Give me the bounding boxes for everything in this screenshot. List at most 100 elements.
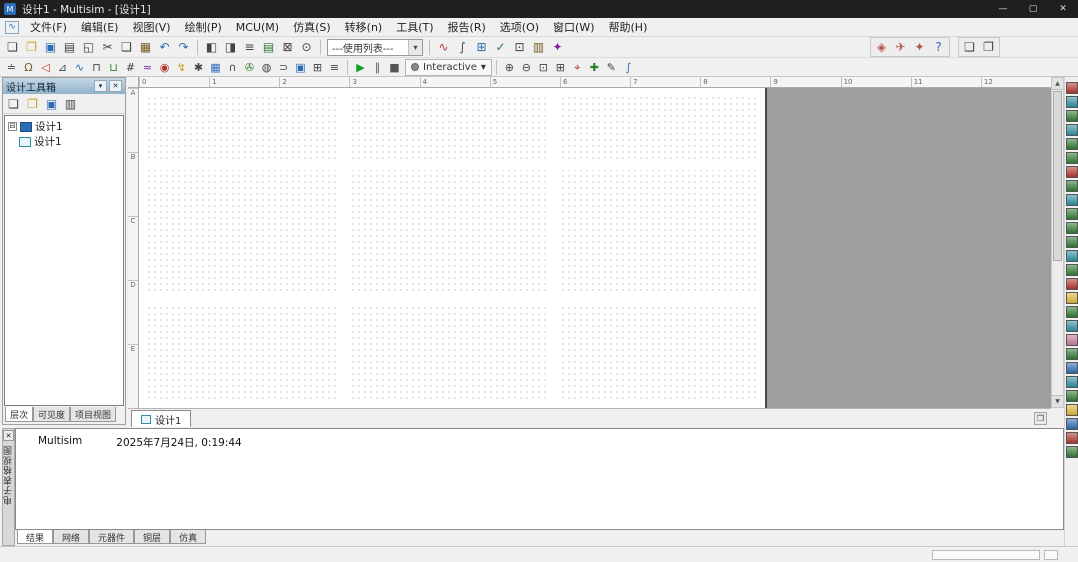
spreadsheet-view-toggle-icon[interactable]: ◨	[221, 38, 240, 56]
menu-edit[interactable]: 编辑(E)	[74, 17, 126, 37]
place-mixed-icon[interactable]: ≈	[139, 59, 156, 76]
scroll-up-icon[interactable]: ▲	[1052, 78, 1063, 90]
labview-speaker-icon[interactable]	[1065, 348, 1078, 360]
logic-converter-icon[interactable]	[1065, 194, 1078, 206]
menu-view[interactable]: 视图(V)	[125, 17, 177, 37]
tab-visibility[interactable]: 可见度	[33, 407, 71, 422]
database-manager-icon[interactable]: ▥	[529, 38, 548, 56]
menu-tools[interactable]: 工具(T)	[389, 17, 440, 37]
grapher-icon[interactable]: ∿	[434, 38, 453, 56]
save-icon[interactable]: ▣	[41, 38, 60, 56]
simulation-settings-icon[interactable]: ✎	[603, 59, 620, 76]
open-design-icon[interactable]: ❐	[23, 95, 42, 113]
current-clamp-icon[interactable]	[1065, 418, 1078, 430]
capture-area-icon[interactable]: ⊡	[510, 38, 529, 56]
panel-menu-button[interactable]: ▾	[94, 80, 107, 92]
zoom-out-icon[interactable]: ⊖	[518, 59, 535, 76]
analyses-icon[interactable]: ∫	[453, 38, 472, 56]
place-ttl-icon[interactable]: ⊓	[88, 59, 105, 76]
new-icon[interactable]: ❏	[3, 38, 22, 56]
print-icon[interactable]: ▤	[60, 38, 79, 56]
menu-help[interactable]: 帮助(H)	[602, 17, 655, 37]
menu-reports[interactable]: 报告(R)	[441, 17, 493, 37]
probe-settings-icon[interactable]: ✚	[586, 59, 603, 76]
menu-options[interactable]: 选项(O)	[493, 17, 546, 37]
spice-netlist-viewer-icon[interactable]: ≡	[240, 38, 259, 56]
close-button[interactable]: ✕	[1048, 0, 1078, 18]
close-icon[interactable]: ✕	[3, 430, 14, 441]
fullscreen-icon[interactable]: ⊠	[278, 38, 297, 56]
tab-copper-layers[interactable]: 铜层	[134, 530, 171, 544]
new-design-icon[interactable]: ❏	[4, 95, 23, 113]
paste-icon[interactable]: ▦	[136, 38, 155, 56]
labview-signal-analyzer-icon[interactable]	[1065, 362, 1078, 374]
labview-microphone-icon[interactable]	[1065, 334, 1078, 346]
spreadsheet-content[interactable]: Multisim 2025年7月24日, 0:19:44	[15, 428, 1064, 530]
place-connector-icon[interactable]: ⊃	[275, 59, 292, 76]
menu-window[interactable]: 窗口(W)	[546, 17, 601, 37]
place-basic-icon[interactable]: Ω	[20, 59, 37, 76]
print-preview-icon[interactable]: ◱	[79, 38, 98, 56]
menu-mcu[interactable]: MCU(M)	[229, 19, 286, 36]
close-design-icon[interactable]: ▥	[61, 95, 80, 113]
zoom-in-icon[interactable]: ⊕	[501, 59, 518, 76]
agilent-function-generator-icon[interactable]	[1065, 278, 1078, 290]
tree-node-design-root[interactable]: ⊟ 设计1	[5, 119, 123, 134]
ni-community-icon[interactable]: ✦	[910, 38, 929, 56]
place-indicator-icon[interactable]: ◉	[156, 59, 173, 76]
place-source-icon[interactable]: ≐	[3, 59, 20, 76]
frequency-counter-icon[interactable]	[1065, 166, 1078, 178]
stop-simulation-button[interactable]: ■	[386, 59, 403, 76]
preset-measurement-probes-icon[interactable]	[1065, 446, 1078, 458]
chevron-down-icon[interactable]: ▾	[408, 39, 422, 55]
analyses-and-simulation-icon[interactable]: ∫	[620, 59, 637, 76]
panel-close-button[interactable]: ✕	[109, 80, 122, 92]
labview-signal-generator-icon[interactable]	[1065, 376, 1078, 388]
menu-simulate[interactable]: 仿真(S)	[286, 17, 338, 37]
tektronix-oscilloscope-icon[interactable]	[1065, 320, 1078, 332]
agilent-oscilloscope-icon[interactable]	[1065, 306, 1078, 318]
in-use-list-dropdown[interactable]: ---使用列表--- ▾	[327, 38, 423, 56]
menu-transfer[interactable]: 转移(n)	[338, 17, 390, 37]
interactive-simulation-button[interactable]: Interactive ▾	[405, 58, 492, 76]
place-power-icon[interactable]: ↯	[173, 59, 190, 76]
run-simulation-button[interactable]: ▶	[352, 59, 369, 76]
ladder-diagram-icon[interactable]: ▤	[259, 38, 278, 56]
new-window-icon[interactable]: ❏	[960, 38, 979, 56]
save-design-icon[interactable]: ▣	[42, 95, 61, 113]
erc-icon[interactable]: ✓	[491, 38, 510, 56]
tree-node-sheet[interactable]: 设计1	[5, 134, 123, 149]
place-hierarchical-block-icon[interactable]: ⊞	[309, 59, 326, 76]
distortion-analyzer-icon[interactable]	[1065, 236, 1078, 248]
postprocessor-icon[interactable]: ⊞	[472, 38, 491, 56]
place-cmos-icon[interactable]: ⊔	[105, 59, 122, 76]
four-channel-oscilloscope-icon[interactable]	[1065, 138, 1078, 150]
maximize-button[interactable]: ▢	[1018, 0, 1048, 18]
minimize-button[interactable]: —	[988, 0, 1018, 18]
network-analyzer-icon[interactable]	[1065, 264, 1078, 276]
tab-simulation[interactable]: 仿真	[170, 530, 207, 544]
copy-icon[interactable]: ❑	[117, 38, 136, 56]
place-electromechanical-icon[interactable]: ✇	[241, 59, 258, 76]
schematic-sheet[interactable]	[139, 88, 767, 408]
place-misc-icon[interactable]: ✱	[190, 59, 207, 76]
bode-plotter-icon[interactable]	[1065, 152, 1078, 164]
iv-analyzer-icon[interactable]	[1065, 222, 1078, 234]
ni-elvismx-instruments-icon[interactable]	[1065, 404, 1078, 416]
component-wizard-icon[interactable]: ✦	[548, 38, 567, 56]
tab-components[interactable]: 元器件	[89, 530, 135, 544]
tab-strip-button[interactable]: ❐	[1034, 412, 1047, 425]
oscilloscope-icon[interactable]	[1065, 124, 1078, 136]
tab-project-view[interactable]: 项目视图	[70, 407, 117, 422]
sheet-tab-design1[interactable]: 设计1	[131, 410, 192, 427]
place-rf-icon[interactable]: ∩	[224, 59, 241, 76]
undo-icon[interactable]: ↶	[155, 38, 174, 56]
collapse-icon[interactable]: ⊟	[8, 122, 17, 131]
agilent-multimeter-icon[interactable]	[1065, 292, 1078, 304]
design-toolbox-toggle-icon[interactable]: ◧	[202, 38, 221, 56]
menu-place[interactable]: 绘制(P)	[178, 17, 229, 37]
place-ncs-icon[interactable]: ◍	[258, 59, 275, 76]
scroll-down-icon[interactable]: ▼	[1052, 395, 1063, 407]
function-generator-icon[interactable]	[1065, 96, 1078, 108]
education-website-icon[interactable]: ✈	[891, 38, 910, 56]
